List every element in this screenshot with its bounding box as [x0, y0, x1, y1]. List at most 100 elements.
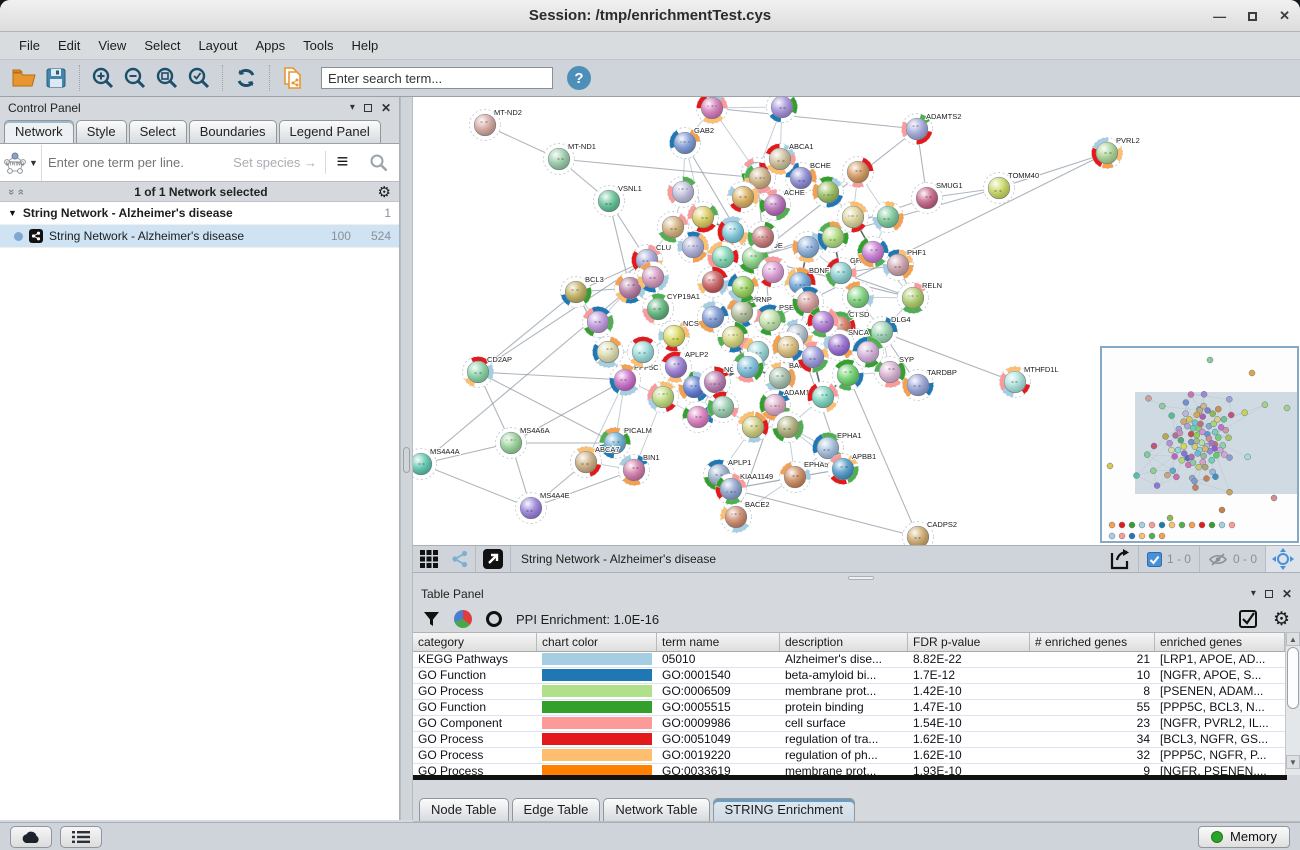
horizontal-splitter-grip[interactable] [848, 576, 874, 580]
network-canvas[interactable]: MT-ND2MT-ND1VSNL1GAB2IRS1ADAMTS2PVRL2TOM… [413, 97, 1300, 545]
network-node-VSNL1[interactable]: VSNL1 [594, 184, 642, 217]
network-node-MT-ND1[interactable]: MT-ND1 [544, 142, 596, 175]
network-node[interactable] [853, 337, 884, 368]
close-button[interactable]: ✕ [1279, 8, 1290, 24]
network-row[interactable]: String Network - Alzheimer's disease 100… [0, 225, 399, 248]
string-search-button[interactable] [359, 153, 399, 173]
tab-network[interactable]: Network [4, 120, 74, 143]
panel-splitter[interactable] [400, 97, 413, 820]
network-node[interactable] [838, 202, 869, 233]
network-node-MS4A6A[interactable]: MS4A6A [496, 426, 550, 459]
zoom-in-button[interactable] [87, 63, 119, 93]
network-node-PVRL2[interactable]: PVRL2 [1092, 136, 1140, 169]
column-header--enriched-genes[interactable]: # enriched genes [1030, 633, 1155, 651]
table-panel-float-icon[interactable]: ▾ [1251, 588, 1256, 599]
table-row[interactable]: GO ProcessGO:0051049regulation of tra...… [413, 732, 1300, 748]
network-node[interactable] [773, 332, 804, 363]
network-node[interactable] [758, 257, 789, 288]
zoom-fit-button[interactable] [151, 63, 183, 93]
copy-network-button[interactable] [277, 63, 309, 93]
table-settings-gear-icon[interactable]: ⚙ [1273, 608, 1290, 631]
network-node-BIN1[interactable]: BIN1 [619, 453, 660, 486]
cloud-tasks-button[interactable] [10, 826, 52, 848]
table-horizontal-scrollbar[interactable] [413, 775, 1287, 780]
network-node-GAB2[interactable]: GAB2 [670, 126, 715, 159]
panel-close-icon[interactable]: ✕ [381, 101, 391, 115]
network-node-TARDBP[interactable]: TARDBP [903, 368, 957, 401]
tab-network-table[interactable]: Network Table [603, 798, 709, 821]
network-node[interactable] [688, 202, 719, 233]
tab-edge-table[interactable]: Edge Table [512, 798, 601, 821]
tab-style[interactable]: Style [76, 120, 127, 143]
network-node-MTHFD1L[interactable]: MTHFD1L [1000, 365, 1059, 398]
menu-item-edit[interactable]: Edit [49, 34, 89, 57]
network-node[interactable] [808, 382, 839, 413]
network-node[interactable] [808, 307, 839, 338]
network-node[interactable] [628, 337, 659, 368]
network-node[interactable] [658, 212, 689, 243]
selected-checkbox-icon[interactable] [1147, 552, 1162, 567]
horizontal-splitter[interactable] [413, 573, 1300, 583]
tab-boundaries[interactable]: Boundaries [189, 120, 277, 143]
table-row[interactable]: GO FunctionGO:0005515protein binding1.47… [413, 700, 1300, 716]
open-session-button[interactable] [8, 63, 40, 93]
network-node-SMUG1[interactable]: SMUG1 [912, 181, 963, 214]
select-columns-icon[interactable] [1239, 610, 1257, 628]
tree-collapse-caret[interactable]: ▼ [8, 208, 17, 218]
share-network-button[interactable] [445, 546, 475, 572]
network-node-TOMM40[interactable]: TOMM40 [984, 171, 1040, 204]
network-node[interactable] [767, 97, 798, 123]
table-row[interactable]: KEGG Pathways05010Alzheimer's dise...8.8… [413, 652, 1300, 668]
network-node-ACHE[interactable]: ACHE [760, 188, 805, 221]
table-row[interactable]: GO ProcessGO:0019220regulation of ph...1… [413, 748, 1300, 764]
network-node[interactable] [843, 157, 874, 188]
network-node[interactable] [583, 307, 614, 338]
refresh-button[interactable] [230, 63, 262, 93]
network-node[interactable] [638, 262, 669, 293]
task-history-button[interactable] [60, 826, 102, 848]
network-node[interactable] [858, 237, 889, 268]
column-header-FDR-p-value[interactable]: FDR p-value [908, 633, 1030, 651]
network-node[interactable] [593, 337, 624, 368]
network-node-ADAMTS2[interactable]: ADAMTS2 [902, 112, 962, 145]
menu-item-help[interactable]: Help [343, 34, 388, 57]
set-species-hint[interactable]: Set species → [233, 155, 325, 170]
hidden-eye-icon[interactable] [1208, 552, 1228, 567]
detach-view-button[interactable] [476, 546, 510, 572]
table-row[interactable]: GO ComponentGO:0009986cell surface1.54E-… [413, 716, 1300, 732]
network-node[interactable] [697, 97, 728, 124]
column-header-enriched-genes[interactable]: enriched genes [1155, 633, 1285, 651]
scroll-down-arrow[interactable]: ▼ [1286, 755, 1300, 769]
menu-item-apps[interactable]: Apps [247, 34, 295, 57]
memory-button[interactable]: Memory [1198, 826, 1290, 848]
export-network-button[interactable] [1102, 546, 1138, 572]
menu-item-layout[interactable]: Layout [189, 34, 246, 57]
tab-legend-panel[interactable]: Legend Panel [279, 120, 381, 143]
network-node[interactable] [843, 282, 874, 313]
network-node-BCL3[interactable]: BCL3 [561, 275, 604, 308]
grid-view-button[interactable] [413, 546, 445, 572]
network-node-APBB1[interactable]: APBB1 [828, 452, 877, 485]
table-panel-dock-icon[interactable] [1265, 590, 1273, 598]
string-logo-dropdown[interactable]: STRING ▼ [0, 145, 42, 181]
column-header-term-name[interactable]: term name [657, 633, 780, 651]
menu-item-select[interactable]: Select [135, 34, 189, 57]
network-node[interactable] [728, 182, 759, 213]
string-term-input[interactable] [42, 155, 233, 170]
table-row[interactable]: GO ProcessGO:0006509membrane prot...1.42… [413, 684, 1300, 700]
network-node[interactable] [668, 177, 699, 208]
network-options-gear-icon[interactable]: ⚙ [378, 183, 391, 201]
network-node-BACE2[interactable]: BACE2 [721, 500, 770, 533]
network-node-MS4A4E[interactable]: MS4A4E [516, 491, 570, 524]
ring-chart-icon[interactable] [486, 611, 502, 627]
pie-chart-icon[interactable] [454, 610, 472, 628]
network-node[interactable] [748, 222, 779, 253]
maximize-button[interactable] [1248, 9, 1257, 24]
tab-select[interactable]: Select [129, 120, 187, 143]
splitter-grip[interactable] [403, 447, 410, 473]
help-button[interactable]: ? [567, 66, 591, 90]
filter-icon[interactable] [423, 611, 440, 628]
table-row[interactable]: GO FunctionGO:0001540beta-amyloid bi...1… [413, 668, 1300, 684]
network-node-CADPS2[interactable]: CADPS2 [903, 520, 958, 545]
string-options-menu-icon[interactable]: ≡ [325, 151, 359, 174]
